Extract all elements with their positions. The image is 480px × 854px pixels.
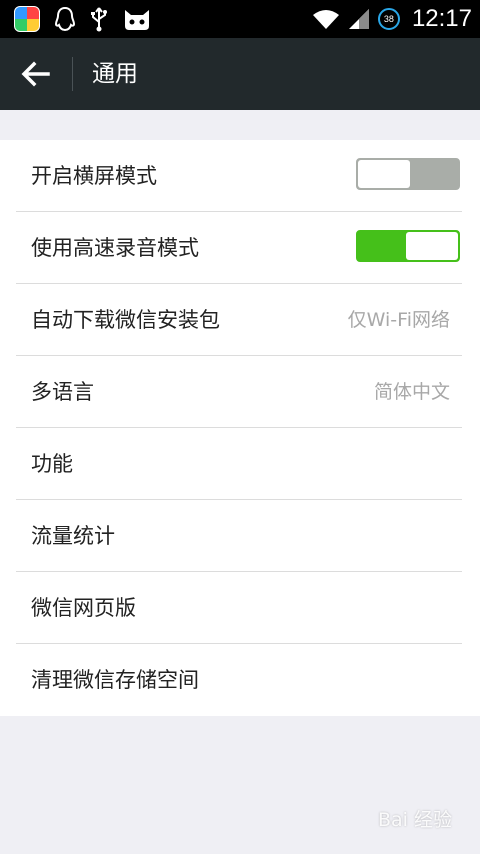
setting-label: 使用高速录音模式 xyxy=(31,236,199,260)
toggle-knob xyxy=(358,160,410,188)
setting-label: 多语言 xyxy=(31,380,94,404)
setting-features[interactable]: 功能 xyxy=(16,428,462,500)
setting-label: 开启横屏模式 xyxy=(31,164,157,188)
back-button[interactable] xyxy=(20,60,52,88)
battery-icon: 38 xyxy=(377,8,400,30)
setting-label: 清理微信存储空间 xyxy=(31,668,199,692)
settings-list: 开启横屏模式 使用高速录音模式 自动下载微信安装包 仅Wi-Fi网络 多语言 简… xyxy=(0,140,480,716)
cat-icon xyxy=(125,10,149,30)
high-speed-recording-toggle[interactable] xyxy=(356,230,460,262)
signal-icon xyxy=(348,9,369,29)
arrow-left-icon xyxy=(21,61,50,87)
title-bar: 通用 xyxy=(0,38,480,110)
clock: 12:17 xyxy=(411,5,472,32)
setting-label: 自动下载微信安装包 xyxy=(31,308,220,332)
setting-label: 流量统计 xyxy=(31,524,115,548)
page-title: 通用 xyxy=(92,61,138,87)
setting-web-version[interactable]: 微信网页版 xyxy=(16,572,462,644)
wifi-icon xyxy=(312,10,339,29)
landscape-mode-toggle[interactable] xyxy=(356,158,460,190)
setting-clear-storage[interactable]: 清理微信存储空间 xyxy=(16,644,462,716)
battery-level: 38 xyxy=(383,14,394,24)
setting-value: 仅Wi-Fi网络 xyxy=(347,309,450,331)
toggle-knob xyxy=(406,232,458,260)
status-bar: 38 12:17 xyxy=(0,0,480,38)
setting-high-speed-recording[interactable]: 使用高速录音模式 xyxy=(16,212,462,284)
setting-data-usage[interactable]: 流量统计 xyxy=(16,500,462,572)
setting-label: 微信网页版 xyxy=(31,596,136,620)
setting-auto-download[interactable]: 自动下载微信安装包 仅Wi-Fi网络 xyxy=(16,284,462,356)
watermark: Bai 经验 xyxy=(378,809,452,831)
setting-label: 功能 xyxy=(31,452,73,476)
setting-landscape-mode[interactable]: 开启横屏模式 xyxy=(16,140,462,212)
setting-value: 简体中文 xyxy=(373,381,450,403)
usb-icon xyxy=(91,7,107,32)
setting-language[interactable]: 多语言 简体中文 xyxy=(16,356,462,428)
title-divider xyxy=(72,57,73,91)
app-store-icon xyxy=(14,6,40,32)
qq-penguin-icon xyxy=(54,6,76,32)
